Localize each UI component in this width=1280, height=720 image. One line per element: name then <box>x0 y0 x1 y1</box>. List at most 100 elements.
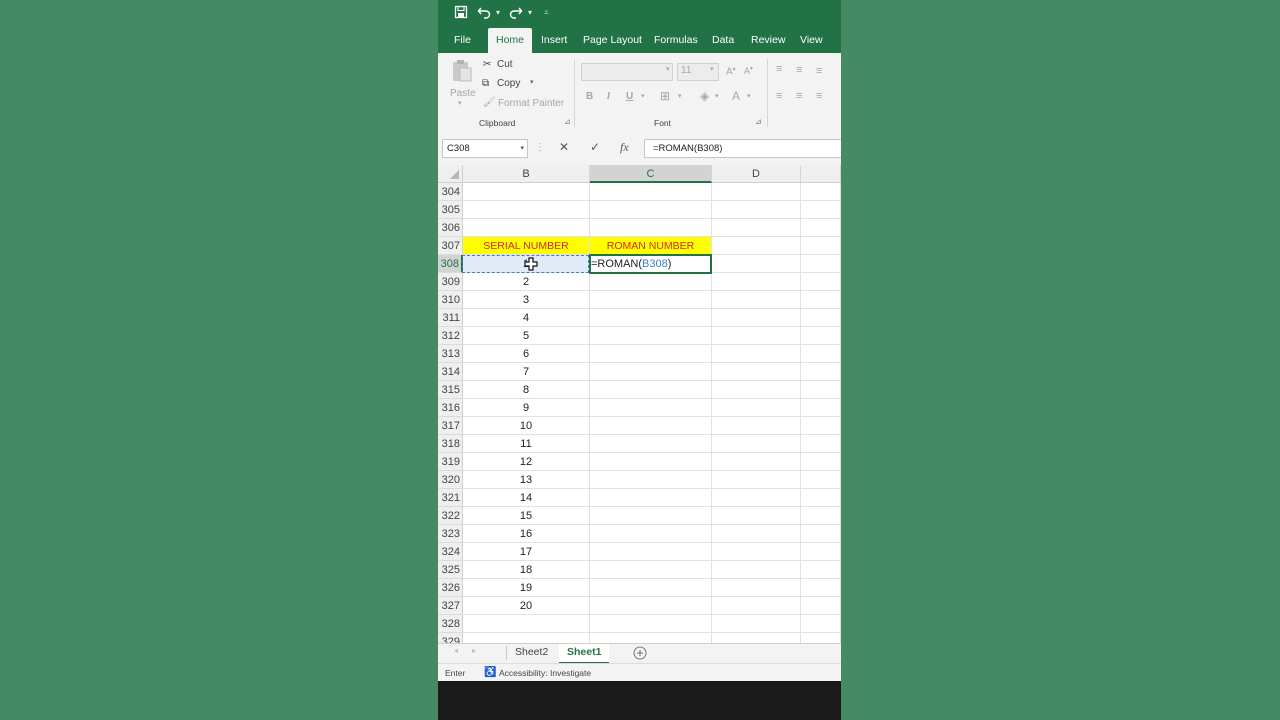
tab-review[interactable]: Review <box>751 26 785 53</box>
cell-e[interactable] <box>801 633 841 643</box>
cell-c[interactable] <box>590 201 712 219</box>
cell-c[interactable] <box>590 417 712 435</box>
cell-e[interactable] <box>801 453 841 471</box>
cell-d[interactable] <box>712 309 801 327</box>
cell-e[interactable] <box>801 345 841 363</box>
cell-e[interactable] <box>801 615 841 633</box>
align-right-icon[interactable]: ≡ <box>816 90 822 102</box>
cell-e[interactable] <box>801 327 841 345</box>
row-header[interactable]: 323 <box>438 525 463 543</box>
bold-button[interactable]: B <box>586 91 593 102</box>
tab-data[interactable]: Data <box>712 26 734 53</box>
cell-d[interactable] <box>712 453 801 471</box>
cell-b[interactable] <box>463 615 590 633</box>
row-header[interactable]: 310 <box>438 291 463 309</box>
row-header[interactable]: 324 <box>438 543 463 561</box>
clipboard-launcher-icon[interactable]: ⊿ <box>564 117 571 126</box>
tab-home[interactable]: Home <box>488 28 533 53</box>
tab-view[interactable]: View <box>800 26 823 53</box>
save-icon[interactable] <box>453 5 469 21</box>
cell-c[interactable] <box>590 327 712 345</box>
accessibility-status[interactable]: Accessibility: Investigate <box>499 664 591 682</box>
cell-e[interactable] <box>801 273 841 291</box>
format-painter-button[interactable]: Format Painter <box>498 98 564 109</box>
cell-b[interactable] <box>463 201 590 219</box>
cell-e[interactable] <box>801 597 841 615</box>
row-header[interactable]: 327 <box>438 597 463 615</box>
undo-icon[interactable] <box>476 5 492 21</box>
column-header-e[interactable] <box>801 165 841 183</box>
cell-b[interactable]: 2 <box>463 273 590 291</box>
cell-c[interactable] <box>590 633 712 643</box>
cell-d[interactable] <box>712 327 801 345</box>
scroll-left-icon[interactable]: ◂ <box>454 646 458 655</box>
row-header[interactable]: 308 <box>438 255 463 273</box>
row-header[interactable]: 320 <box>438 471 463 489</box>
cell-d[interactable] <box>712 597 801 615</box>
tab-file[interactable]: File <box>454 26 471 53</box>
fill-color-icon[interactable]: ◈ <box>700 89 709 103</box>
cell-d[interactable] <box>712 183 801 201</box>
align-center-icon[interactable]: ≡ <box>796 90 802 102</box>
cell-b[interactable]: 17 <box>463 543 590 561</box>
cell-b[interactable]: 19 <box>463 579 590 597</box>
cell-d[interactable] <box>712 633 801 643</box>
cell-c[interactable] <box>590 615 712 633</box>
cell-c[interactable] <box>590 471 712 489</box>
cell-e[interactable] <box>801 543 841 561</box>
row-header[interactable]: 305 <box>438 201 463 219</box>
font-launcher-icon[interactable]: ⊿ <box>755 117 762 126</box>
cell-b[interactable]: 9 <box>463 399 590 417</box>
cell-c[interactable] <box>590 363 712 381</box>
increase-font-size-icon[interactable]: A▴ <box>726 65 736 77</box>
font-size-dropdown-icon[interactable]: ▾ <box>710 65 714 73</box>
cell-d[interactable] <box>712 579 801 597</box>
row-header[interactable]: 328 <box>438 615 463 633</box>
customize-icon[interactable]: ⩡ <box>544 6 549 20</box>
cell-d[interactable] <box>712 543 801 561</box>
cell-d[interactable] <box>712 291 801 309</box>
row-header[interactable]: 315 <box>438 381 463 399</box>
cell-b[interactable]: 15 <box>463 507 590 525</box>
paste-button[interactable]: Paste <box>450 88 476 99</box>
cell-d[interactable] <box>712 435 801 453</box>
sheet-tab-sheet2[interactable]: Sheet2 <box>507 644 556 662</box>
scroll-right-icon[interactable]: ▸ <box>472 646 476 655</box>
cell-c[interactable] <box>590 489 712 507</box>
underline-dropdown-icon[interactable]: ▾ <box>641 92 645 100</box>
cell-e[interactable] <box>801 417 841 435</box>
cell-d[interactable] <box>712 507 801 525</box>
tab-page-layout[interactable]: Page Layout <box>583 26 642 53</box>
cell-c[interactable] <box>590 579 712 597</box>
cell-b[interactable]: 7 <box>463 363 590 381</box>
cell-e[interactable] <box>801 471 841 489</box>
cell-b[interactable]: 13 <box>463 471 590 489</box>
cell-d[interactable] <box>712 615 801 633</box>
cell-e[interactable] <box>801 489 841 507</box>
tab-formulas[interactable]: Formulas <box>654 26 698 53</box>
cell-d[interactable] <box>712 237 801 255</box>
cell-b[interactable] <box>463 183 590 201</box>
row-header[interactable]: 322 <box>438 507 463 525</box>
active-cell-editor[interactable]: =ROMAN(B308) <box>589 254 712 274</box>
cell-c[interactable] <box>590 597 712 615</box>
cell-d[interactable] <box>712 201 801 219</box>
cell-c[interactable] <box>590 507 712 525</box>
cell-d[interactable] <box>712 219 801 237</box>
cell-c[interactable] <box>590 453 712 471</box>
fill-color-dropdown-icon[interactable]: ▾ <box>715 92 719 100</box>
cell-b[interactable]: 11 <box>463 435 590 453</box>
cell-b[interactable]: 14 <box>463 489 590 507</box>
cell-c[interactable] <box>590 543 712 561</box>
cell-d[interactable] <box>712 525 801 543</box>
cell-e[interactable] <box>801 399 841 417</box>
name-box-dropdown-icon[interactable]: ▾ <box>520 140 524 157</box>
cell-c[interactable] <box>590 309 712 327</box>
cell-d[interactable] <box>712 345 801 363</box>
cell-c[interactable] <box>590 291 712 309</box>
cell-b[interactable]: 10 <box>463 417 590 435</box>
paste-icon[interactable] <box>452 59 472 88</box>
select-all-button[interactable] <box>438 165 463 183</box>
cell-c[interactable] <box>590 273 712 291</box>
row-header[interactable]: 307 <box>438 237 463 255</box>
